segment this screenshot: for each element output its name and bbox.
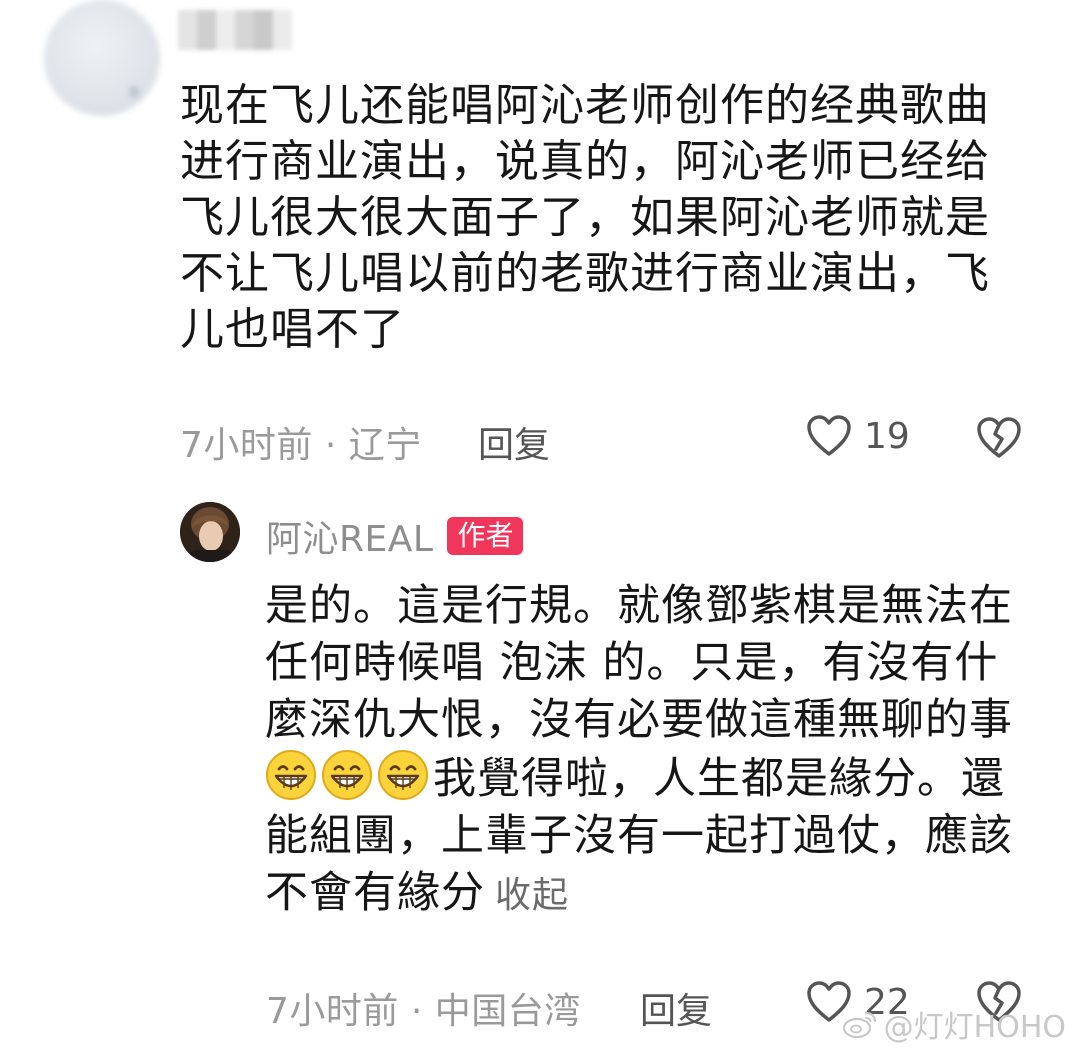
- grinning-face-emoji-icon: [265, 749, 317, 801]
- grinning-face-emoji-icon: [321, 749, 373, 801]
- watermark-text: @灯灯HOHO: [883, 1010, 1066, 1045]
- commenter-username-redacted[interactable]: [178, 10, 292, 50]
- commenter-avatar[interactable]: 者: [44, 0, 160, 116]
- heart-icon: [807, 415, 851, 456]
- comment-reply-button[interactable]: 回复: [478, 416, 550, 468]
- avatar-overlay-text: 者: [127, 85, 140, 99]
- comment-like-count: 19: [864, 415, 910, 457]
- grinning-face-emoji-icon: [377, 749, 429, 801]
- reply-meta: 7小时前 · 中国台湾: [266, 982, 581, 1034]
- comment-dislike-button[interactable]: [976, 416, 1022, 464]
- watermark: @灯灯HOHO: [842, 1002, 1066, 1046]
- reply-reply-button[interactable]: 回复: [640, 982, 712, 1034]
- collapse-link[interactable]: 收起: [495, 875, 569, 916]
- comment-meta: 7小时前 · 辽宁: [180, 416, 422, 468]
- author-header: 阿沁REAL 作者: [266, 510, 524, 562]
- comment-time-location: 7小时前 · 辽宁: [180, 425, 422, 466]
- comment-like-button[interactable]: 19: [806, 414, 910, 458]
- broken-heart-icon: [977, 417, 1021, 458]
- reply-time-location: 7小时前 · 中国台湾: [266, 991, 581, 1032]
- weibo-icon: [842, 1011, 876, 1039]
- author-avatar[interactable]: [180, 502, 240, 562]
- author-avatar-image: [180, 502, 240, 562]
- author-badge: 作者: [447, 517, 524, 555]
- reply-body-part1: 是的。這是行規。就像鄧紫棋是無法在任何時候唱 泡沫 的。只是，有沒有什麼深仇大恨…: [265, 581, 1013, 745]
- author-name[interactable]: 阿沁REAL: [266, 510, 433, 562]
- reply-body: 是的。這是行規。就像鄧紫棋是無法在任何時候唱 泡沫 的。只是，有沒有什麼深仇大恨…: [265, 578, 1035, 924]
- comment-body: 现在飞儿还能唱阿沁老师创作的经典歌曲进行商业演出，说真的，阿沁老师已经给飞儿很大…: [180, 80, 990, 355]
